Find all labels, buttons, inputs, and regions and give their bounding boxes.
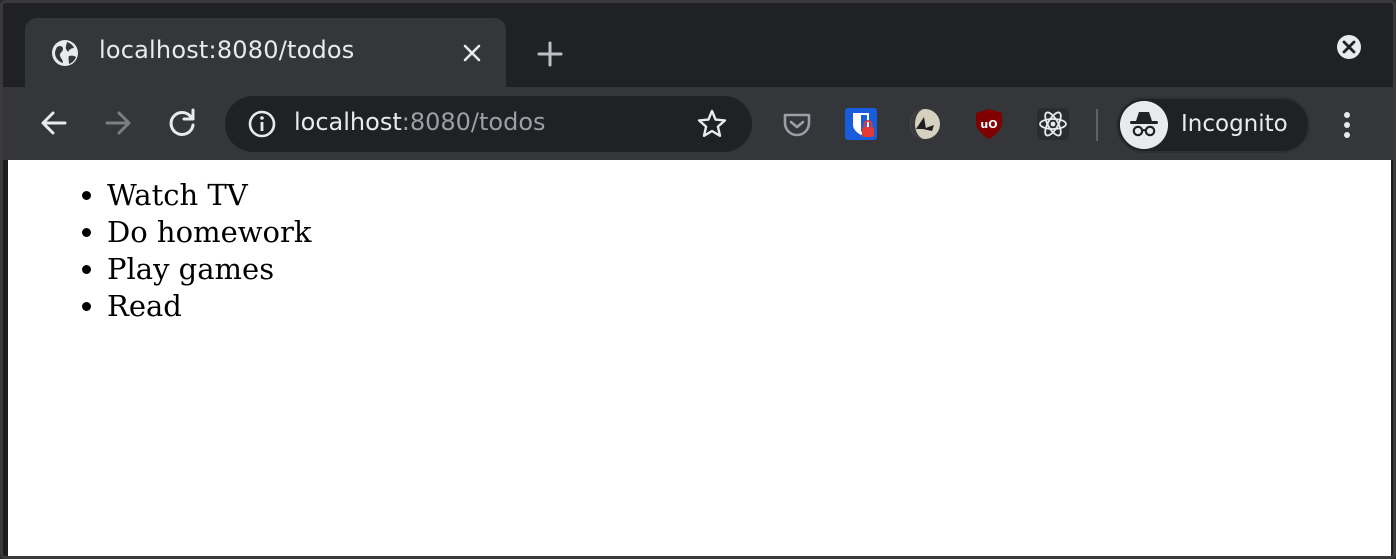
- tab-strip: localhost:8080/todos: [3, 3, 1393, 87]
- page-content: Watch TV Do homework Play games Read: [8, 160, 1391, 556]
- url-path: :8080/todos: [401, 108, 546, 136]
- reload-icon[interactable]: [164, 105, 200, 141]
- todo-item: Do homework: [107, 214, 311, 251]
- react-devtools-icon[interactable]: [1036, 107, 1070, 141]
- tab-title: localhost:8080/todos: [99, 36, 355, 64]
- star-icon[interactable]: [695, 107, 729, 141]
- new-tab-icon[interactable]: [534, 38, 566, 70]
- toolbar-divider: [1096, 109, 1098, 141]
- pocket-icon[interactable]: [780, 107, 814, 141]
- url-host: localhost: [294, 108, 402, 136]
- todo-item: Play games: [107, 251, 311, 288]
- svg-text:uO: uO: [980, 118, 997, 131]
- active-tab[interactable]: localhost:8080/todos: [25, 18, 506, 87]
- bitwarden-icon[interactable]: [844, 107, 878, 141]
- kebab-menu-icon[interactable]: [1331, 105, 1363, 145]
- todo-list: Watch TV Do homework Play games Read: [8, 177, 311, 325]
- todo-item: Watch TV: [107, 177, 311, 214]
- address-bar[interactable]: localhost:8080/todos: [225, 96, 752, 152]
- forward-arrow-icon[interactable]: [100, 105, 136, 141]
- todo-item: Read: [107, 288, 311, 325]
- dark-reader-icon[interactable]: [908, 107, 942, 141]
- incognito-icon: [1120, 101, 1168, 149]
- back-arrow-icon[interactable]: [36, 105, 72, 141]
- ublock-origin-icon[interactable]: uO: [972, 107, 1006, 141]
- globe-icon: [52, 40, 78, 66]
- toolbar: localhost:8080/todos uO Incognito: [3, 87, 1393, 160]
- window-close-icon[interactable]: [1335, 33, 1363, 61]
- incognito-profile-button[interactable]: Incognito: [1116, 97, 1310, 153]
- info-icon[interactable]: [247, 109, 277, 139]
- browser-window: localhost:8080/todos localhost:8080/todo…: [0, 0, 1396, 559]
- close-tab-icon[interactable]: [459, 40, 485, 66]
- url-text[interactable]: localhost:8080/todos: [294, 108, 546, 136]
- incognito-label: Incognito: [1181, 111, 1288, 137]
